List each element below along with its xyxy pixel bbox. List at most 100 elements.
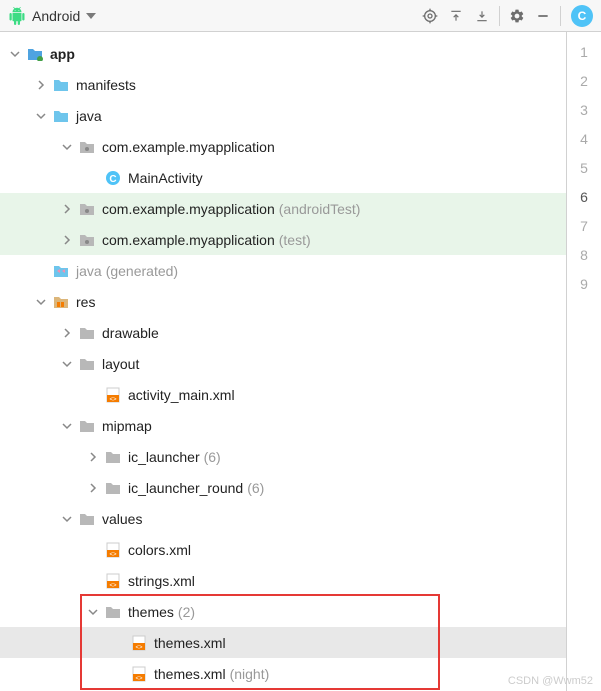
chevron-down-icon [60, 512, 74, 526]
node-label: ic_launcher [128, 449, 200, 465]
node-label: mipmap [102, 418, 152, 434]
node-drawable[interactable]: drawable [0, 317, 566, 348]
chevron-down-icon [60, 357, 74, 371]
collapse-icon[interactable] [469, 3, 495, 29]
chevron-down-icon [34, 295, 48, 309]
node-values[interactable]: values [0, 503, 566, 534]
xml-file-icon: <> [104, 572, 122, 590]
xml-file-icon: <> [104, 541, 122, 559]
line-number: 8 [567, 241, 601, 270]
node-themes[interactable]: themes (2) [0, 596, 566, 627]
package-icon [78, 200, 96, 218]
android-icon [8, 7, 26, 25]
node-label: themes.xml [154, 666, 226, 682]
node-main-activity[interactable]: C MainActivity [0, 162, 566, 193]
svg-text:<>: <> [135, 645, 143, 651]
svg-text:<>: <> [135, 676, 143, 682]
folder-icon [104, 603, 122, 621]
chevron-down-icon [34, 109, 48, 123]
node-package-androidtest[interactable]: com.example.myapplication (androidTest) [0, 193, 566, 224]
toolbar: Android C [0, 0, 601, 32]
line-number: 1 [567, 38, 601, 67]
node-layout[interactable]: layout [0, 348, 566, 379]
folder-icon [52, 76, 70, 94]
node-label: themes [128, 604, 174, 620]
svg-text:<>: <> [109, 397, 117, 403]
line-number: 6 [567, 183, 601, 212]
folder-icon [104, 448, 122, 466]
node-qualifier: (generated) [106, 263, 178, 279]
chevron-down-icon [60, 419, 74, 433]
target-icon[interactable] [417, 3, 443, 29]
folder-icon [104, 479, 122, 497]
node-strings-xml[interactable]: <> strings.xml [0, 565, 566, 596]
xml-file-icon: <> [130, 634, 148, 652]
xml-file-icon: <> [104, 386, 122, 404]
minimize-icon[interactable] [530, 3, 556, 29]
node-qualifier: (night) [230, 666, 270, 682]
dropdown-icon[interactable] [86, 13, 96, 19]
xml-file-icon: <> [130, 665, 148, 683]
node-java[interactable]: java [0, 100, 566, 131]
chevron-right-icon [86, 481, 100, 495]
folder-icon [78, 417, 96, 435]
node-activity-main[interactable]: <> activity_main.xml [0, 379, 566, 410]
line-number: 7 [567, 212, 601, 241]
node-label: strings.xml [128, 573, 195, 589]
node-label: com.example.myapplication [102, 232, 275, 248]
svg-text:C: C [109, 174, 116, 185]
chevron-down-icon [8, 47, 22, 61]
line-number: 9 [567, 270, 601, 299]
line-number: 3 [567, 96, 601, 125]
svg-text:<>: <> [109, 552, 117, 558]
node-package[interactable]: com.example.myapplication [0, 131, 566, 162]
node-label: com.example.myapplication [102, 201, 275, 217]
project-tree: app manifests java com.example.myapplica… [0, 32, 567, 691]
node-count: (6) [247, 480, 264, 496]
node-label: MainActivity [128, 170, 203, 186]
watermark: CSDN @Wwm52 [508, 675, 593, 687]
folder-icon [78, 324, 96, 342]
svg-text:<>: <> [109, 583, 117, 589]
node-qualifier: (androidTest) [279, 201, 361, 217]
module-icon [26, 45, 44, 63]
node-label: manifests [76, 77, 136, 93]
node-label: activity_main.xml [128, 387, 235, 403]
chevron-right-icon [60, 233, 74, 247]
chevron-right-icon [86, 450, 100, 464]
node-app[interactable]: app [0, 38, 566, 69]
node-res[interactable]: res [0, 286, 566, 317]
class-icon: C [104, 169, 122, 187]
package-icon [78, 231, 96, 249]
node-java-generated[interactable]: java (generated) [0, 255, 566, 286]
node-ic-launcher-round[interactable]: ic_launcher_round (6) [0, 472, 566, 503]
chevron-down-icon [86, 605, 100, 619]
avatar[interactable]: C [571, 5, 593, 27]
node-themes-xml-night[interactable]: <> themes.xml (night) [0, 658, 566, 689]
node-label: app [50, 46, 75, 62]
node-mipmap[interactable]: mipmap [0, 410, 566, 441]
toolbar-title: Android [32, 8, 80, 24]
line-number: 5 [567, 154, 601, 183]
chevron-down-icon [60, 140, 74, 154]
node-colors-xml[interactable]: <> colors.xml [0, 534, 566, 565]
node-package-test[interactable]: com.example.myapplication (test) [0, 224, 566, 255]
node-label: res [76, 294, 95, 310]
node-manifests[interactable]: manifests [0, 69, 566, 100]
resource-folder-icon [52, 293, 70, 311]
expand-icon[interactable] [443, 3, 469, 29]
gear-icon[interactable] [504, 3, 530, 29]
line-number: 4 [567, 125, 601, 154]
folder-icon [78, 355, 96, 373]
folder-icon [52, 107, 70, 125]
package-icon [78, 138, 96, 156]
chevron-right-icon [34, 78, 48, 92]
folder-generated-icon [52, 262, 70, 280]
node-themes-xml[interactable]: <> themes.xml [0, 627, 566, 658]
line-number: 2 [567, 67, 601, 96]
chevron-right-icon [60, 326, 74, 340]
node-count: (2) [178, 604, 195, 620]
node-ic-launcher[interactable]: ic_launcher (6) [0, 441, 566, 472]
node-label: colors.xml [128, 542, 191, 558]
node-label: java [76, 263, 102, 279]
